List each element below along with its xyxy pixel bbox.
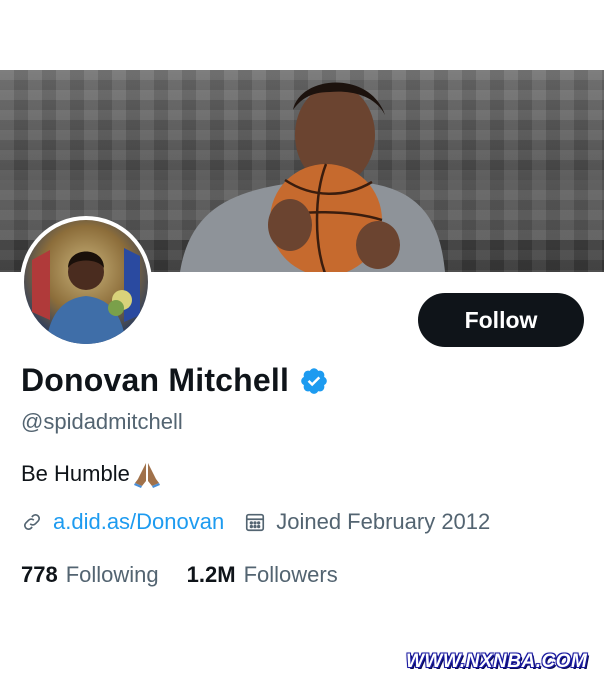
follow-button[interactable]: Follow [418,293,584,347]
following-stat[interactable]: 778 Following [21,562,159,588]
profile-handle: @spidadmitchell [21,409,183,434]
profile-avatar[interactable] [20,216,152,348]
bio-text: Be Humble [21,461,130,486]
following-label: Following [65,562,159,587]
followers-stat[interactable]: 1.2M Followers [187,562,338,588]
folded-hands-icon [133,463,160,488]
profile-bio: Be Humble [21,459,162,489]
calendar-icon [246,513,265,532]
profile-link[interactable]: a.did.as/Donovan [53,509,224,535]
following-count: 778 [21,562,58,587]
link-icon [24,514,40,530]
top-blank-area [0,0,604,70]
verified-badge-icon[interactable] [299,366,329,396]
avatar-portrait-figure [32,248,140,344]
follow-counts: 778 Following 1.2M Followers [21,562,338,588]
avatar-photo [24,220,148,344]
followers-label: Followers [243,562,338,587]
followers-count: 1.2M [186,562,236,587]
name-row: Donovan Mitchell [21,362,329,399]
display-name: Donovan Mitchell [21,362,290,398]
profile-meta-row: a.did.as/Donovan Joined February 2012 [21,509,490,535]
joined-date: Joined February 2012 [276,509,491,534]
site-watermark: WWW.NXNBA.COM [406,651,588,672]
